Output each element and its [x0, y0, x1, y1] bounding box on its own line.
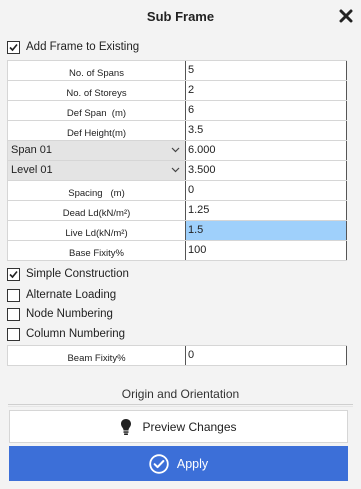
field-row-spacing: Spacing (m) 0 — [7, 181, 347, 201]
field-label-def-span: Def Span (m) — [7, 101, 185, 120]
apply-label: Apply — [176, 456, 209, 471]
def-span-input[interactable]: 6 — [185, 101, 347, 120]
field-row-spans: No. of Spans 5 — [7, 61, 347, 81]
add-frame-checkbox-row[interactable]: Add Frame to Existing — [7, 39, 139, 55]
alternate-loading-checkbox[interactable] — [7, 288, 20, 302]
beam-fixity-row: Beam Fixity% 0 — [7, 345, 347, 366]
level-dropdown[interactable]: Level 01 — [7, 161, 185, 180]
checkmark-icon — [9, 43, 18, 51]
field-label-spacing: Spacing (m) — [7, 181, 185, 200]
origin-orientation-header[interactable]: Origin and Orientation — [0, 387, 361, 401]
divider — [8, 404, 353, 407]
base-fixity-input[interactable]: 100 — [185, 241, 347, 260]
span-dropdown-value: Span 01 — [11, 144, 52, 156]
field-row-span-select: Span 01 6.000 — [7, 141, 347, 161]
field-row-def-height: Def Height(m) 3.5 — [7, 121, 347, 141]
column-numbering-label: Column Numbering — [26, 328, 126, 340]
check-circle-icon — [149, 453, 169, 474]
lightbulb-icon — [121, 418, 132, 435]
field-row-dead-load: Dead Ld(kN/m²) 1.25 — [7, 201, 347, 221]
chevron-down-icon — [171, 147, 180, 153]
node-numbering-label: Node Numbering — [26, 308, 113, 320]
field-row-live-load: Live Ld(kN/m²) 1.5 — [7, 221, 347, 241]
column-numbering-checkbox[interactable] — [7, 327, 20, 341]
storeys-input[interactable]: 2 — [185, 81, 347, 100]
option-node-numbering[interactable]: Node Numbering — [7, 306, 113, 322]
chevron-down-icon — [171, 167, 180, 173]
checkmark-icon — [9, 270, 18, 278]
field-label-dead-load: Dead Ld(kN/m²) — [7, 201, 185, 220]
preview-changes-label: Preview Changes — [142, 419, 237, 434]
level-height-input[interactable]: 3.500 — [185, 161, 347, 180]
field-label-storeys: No. of Storeys — [7, 81, 185, 100]
field-row-def-span: Def Span (m) 6 — [7, 101, 347, 121]
option-column-numbering[interactable]: Column Numbering — [7, 326, 125, 342]
close-icon[interactable] — [339, 9, 353, 23]
span-dropdown[interactable]: Span 01 — [7, 141, 185, 160]
span-length-input[interactable]: 6.000 — [185, 141, 347, 160]
add-frame-checkbox[interactable] — [7, 40, 20, 54]
field-label-live-load: Live Ld(kN/m²) — [7, 221, 185, 240]
field-row-level-select: Level 01 3.500 — [7, 161, 347, 181]
level-dropdown-value: Level 01 — [11, 164, 53, 176]
option-alternate-loading[interactable]: Alternate Loading — [7, 287, 116, 303]
spacing-input[interactable]: 0 — [185, 181, 347, 200]
window-title: Sub Frame — [146, 9, 215, 24]
field-label-base-fixity: Base Fixity% — [7, 241, 185, 260]
beam-fixity-label: Beam Fixity% — [7, 346, 185, 365]
def-height-input[interactable]: 3.5 — [185, 121, 347, 140]
field-label-spans: No. of Spans — [7, 61, 185, 80]
beam-fixity-input[interactable]: 0 — [185, 346, 347, 365]
apply-button[interactable]: Apply — [9, 446, 348, 481]
frame-parameters-grid: No. of Spans 5 No. of Storeys 2 Def Span… — [7, 60, 347, 261]
alternate-loading-label: Alternate Loading — [26, 289, 117, 301]
field-row-base-fixity: Base Fixity% 100 — [7, 241, 347, 261]
dead-load-input[interactable]: 1.25 — [185, 201, 347, 220]
node-numbering-checkbox[interactable] — [7, 307, 20, 321]
live-load-input[interactable]: 1.5 — [185, 221, 347, 240]
field-row-storeys: No. of Storeys 2 — [7, 81, 347, 101]
add-frame-label: Add Frame to Existing — [26, 41, 140, 53]
simple-construction-checkbox[interactable] — [7, 267, 20, 281]
spans-input[interactable]: 5 — [185, 61, 347, 80]
field-label-def-height: Def Height(m) — [7, 121, 185, 140]
option-simple-construction[interactable]: Simple Construction — [7, 266, 129, 282]
title-bar: Sub Frame — [0, 0, 361, 36]
preview-changes-button[interactable]: Preview Changes — [9, 410, 348, 443]
simple-construction-label: Simple Construction — [26, 268, 129, 280]
